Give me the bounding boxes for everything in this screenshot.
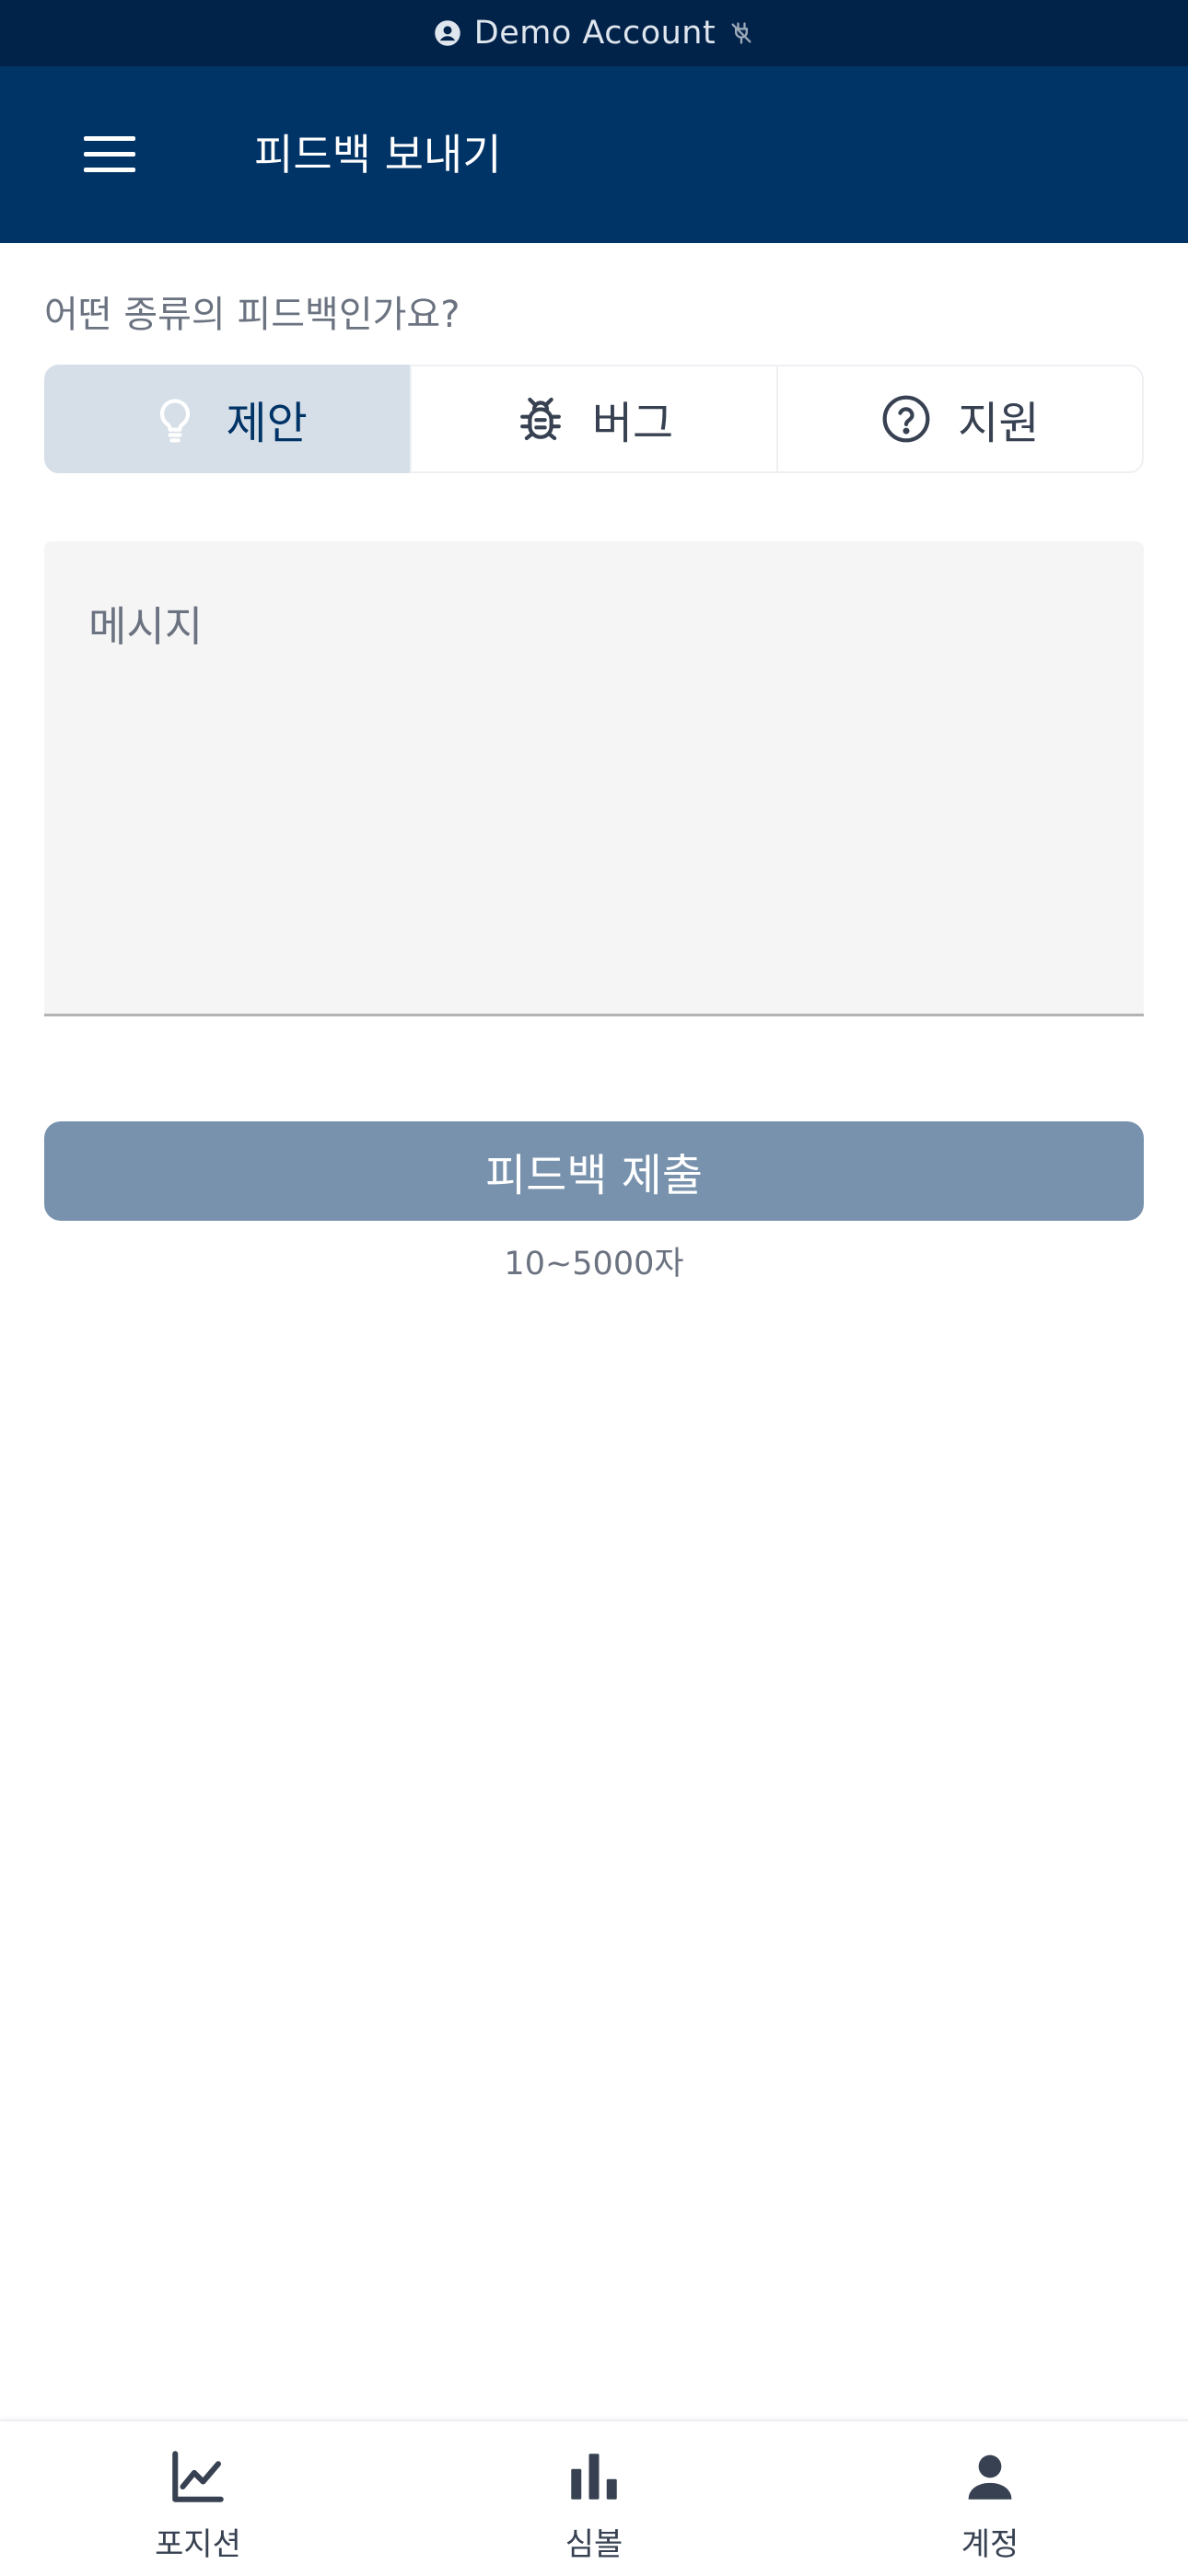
type-support-button[interactable]: 지원 [775,365,1144,473]
feedback-type-question: 어떤 종류의 피드백인가요? [44,294,460,336]
status-bar: Demo Account [0,0,1188,66]
nav-item-symbols[interactable]: 심볼 [396,2421,792,2576]
feedback-type-selector: 제안 버그 지원 [44,365,1144,475]
person-icon [957,2443,1023,2510]
hamburger-menu-icon [84,136,135,177]
help-circle-icon [880,393,932,445]
nav-item-account[interactable]: 계정 [792,2421,1188,2576]
bar-chart-icon [561,2443,627,2510]
type-suggestion-button[interactable]: 제안 [44,365,413,473]
nav-item-positions[interactable]: 포지션 [0,2421,396,2576]
account-circle-icon [434,19,461,47]
nav-label-account: 계정 [961,2526,1019,2563]
bottom-navigation: 포지션 심볼 계정 [0,2419,1188,2576]
line-chart-icon [165,2443,231,2510]
submit-feedback-button[interactable]: 피드백 제출 [44,1121,1144,1221]
message-input[interactable] [44,541,1144,1014]
bug-icon [515,393,566,445]
nav-label-symbols: 심볼 [565,2526,623,2563]
type-bug-label: 버그 [591,398,674,449]
account-label: Demo Account [473,15,716,52]
type-suggestion-label: 제안 [226,398,308,449]
app-bar: 피드백 보내기 [0,66,1188,243]
nav-label-positions: 포지션 [155,2526,241,2563]
menu-button[interactable] [68,115,151,198]
type-support-label: 지원 [958,398,1040,449]
type-bug-button[interactable]: 버그 [410,365,778,473]
page-title: 피드백 보내기 [254,130,502,180]
lightbulb-icon [149,393,201,445]
plug-disconnected-icon [728,20,754,46]
character-limit-hint: 10~5000자 [504,1246,684,1282]
message-field [44,541,1144,1016]
